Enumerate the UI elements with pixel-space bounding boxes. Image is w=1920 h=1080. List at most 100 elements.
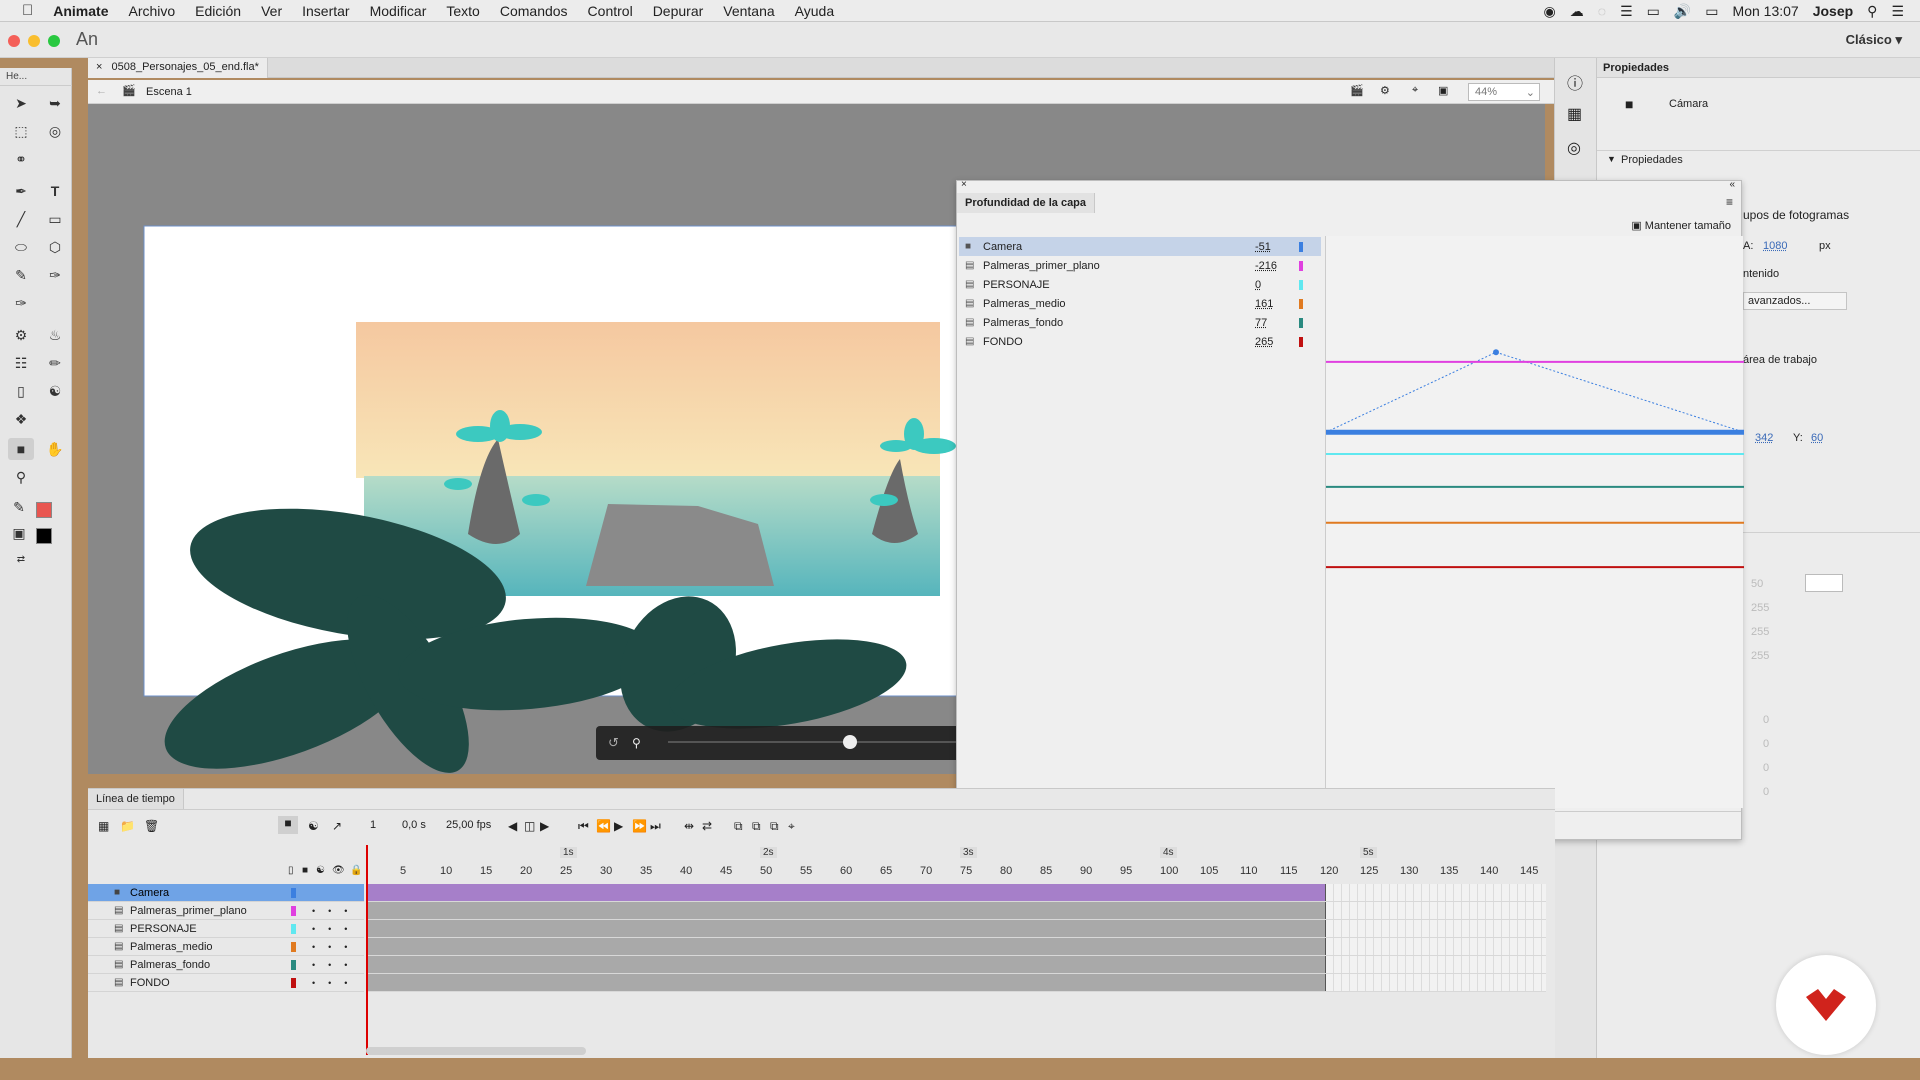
creative-cloud-icon[interactable]: ☁: [1570, 3, 1584, 20]
timeline-ruler[interactable]: 5 10 15 20 25 30 35 40 45 50 55 60 65 70 75 80 85 90 95 100…: [366, 845, 1546, 883]
document-tab[interactable]: × 0508_Personajes_05_end.fla*: [88, 58, 268, 78]
eye-icon[interactable]: 👁: [332, 865, 345, 876]
depth-layer-row[interactable]: ▤ FONDO 265: [959, 332, 1321, 351]
camera-column-icon[interactable]: ■: [302, 865, 308, 876]
menu-comandos[interactable]: Comandos: [500, 3, 568, 19]
fill-color-icon[interactable]: ▣: [8, 522, 30, 544]
stroke-color-swatch[interactable]: [36, 502, 52, 518]
clock[interactable]: Mon 13:07: [1733, 3, 1799, 19]
pen-tool-icon[interactable]: ✒: [10, 180, 32, 202]
camera-tool-icon[interactable]: ■: [8, 438, 34, 460]
camera-toggle-icon[interactable]: ■: [278, 816, 298, 834]
current-frame[interactable]: 1: [370, 819, 376, 831]
menu-ver[interactable]: Ver: [261, 3, 282, 19]
polystar-tool-icon[interactable]: ⬡: [44, 236, 66, 258]
step-forward-icon[interactable]: ⏩: [632, 819, 647, 833]
depth-graph[interactable]: [1325, 236, 1743, 808]
zoom-window-button[interactable]: [48, 35, 60, 47]
timeline-layer-name[interactable]: Palmeras_medio: [130, 941, 213, 953]
close-tab-icon[interactable]: ×: [96, 61, 102, 73]
layer-parenting-icon[interactable]: ☯: [308, 819, 319, 833]
center-stage-icon[interactable]: ⌖: [1412, 84, 1418, 97]
menu-depurar[interactable]: Depurar: [653, 3, 704, 19]
frame-span[interactable]: [366, 974, 1326, 991]
onion-skin-icon[interactable]: ⧉: [734, 819, 743, 834]
zoom-select[interactable]: 44% ⌄: [1468, 83, 1540, 101]
layer-color-swatch[interactable]: [291, 906, 296, 916]
layer-depth-tab[interactable]: Profundidad de la capa: [957, 193, 1095, 213]
depth-layer-value[interactable]: 0: [1255, 279, 1261, 291]
align-icon[interactable]: ◎: [1567, 138, 1581, 158]
menu-texto[interactable]: Texto: [446, 3, 479, 19]
frame-span[interactable]: [366, 920, 1326, 937]
record-icon[interactable]: ◉: [1544, 3, 1556, 20]
timeline-layer-name[interactable]: Palmeras_fondo: [130, 959, 210, 971]
last-frame-icon[interactable]: ⏭: [650, 819, 661, 834]
depth-layer-row[interactable]: ▤ Palmeras_primer_plano -216: [959, 256, 1321, 275]
menu-ayuda[interactable]: Ayuda: [795, 3, 834, 19]
layer-toggles[interactable]: •••: [312, 924, 360, 934]
clip-content-icon[interactable]: ▣: [1438, 84, 1448, 97]
fill-color-swatch[interactable]: [36, 528, 52, 544]
stroke-color-icon[interactable]: ✎: [8, 496, 30, 518]
keep-size-toggle[interactable]: ▣ Mantener tamaño: [1631, 219, 1731, 232]
bone-tool-icon[interactable]: ⚙: [10, 324, 32, 346]
y-value[interactable]: 60: [1811, 432, 1823, 444]
playhead[interactable]: [366, 845, 368, 1055]
parent-column-icon[interactable]: ☯: [316, 865, 325, 876]
layer-color-swatch[interactable]: [291, 924, 296, 934]
current-time[interactable]: 0,0 s: [402, 819, 426, 831]
menu-animate[interactable]: Animate: [53, 3, 108, 19]
frame-span[interactable]: [366, 938, 1326, 955]
timeline-layer-row[interactable]: ▤ Palmeras_fondo •••: [88, 956, 364, 974]
new-folder-icon[interactable]: 📁: [120, 819, 135, 833]
zoom-tool-icon[interactable]: ⚲: [10, 466, 32, 488]
frame-rate[interactable]: 25,00 fps: [446, 819, 491, 831]
menu-control[interactable]: Control: [588, 3, 633, 19]
menu-edicion[interactable]: Edición: [195, 3, 241, 19]
first-frame-icon[interactable]: ⏮: [578, 819, 589, 834]
lasso-tool-icon[interactable]: ⚭: [10, 148, 32, 170]
timeline-layer-row[interactable]: ▤ FONDO •••: [88, 974, 364, 992]
info-icon[interactable]: ⓘ: [1567, 70, 1583, 94]
frame-row[interactable]: [366, 938, 1546, 956]
control-center-icon[interactable]: ☰: [1891, 3, 1904, 20]
layer-color-swatch[interactable]: [291, 888, 296, 898]
eyedropper-tool-icon[interactable]: ✏: [44, 352, 66, 374]
depth-layer-row[interactable]: ▤ Palmeras_medio 161: [959, 294, 1321, 313]
close-window-button[interactable]: [8, 35, 20, 47]
highlight-column-icon[interactable]: ▯: [288, 865, 294, 876]
frame-span[interactable]: [366, 956, 1326, 973]
frame-span[interactable]: [366, 902, 1326, 919]
volume-icon[interactable]: 🔊: [1674, 3, 1691, 20]
layer-toggles[interactable]: •••: [312, 960, 360, 970]
pencil-tool-icon[interactable]: ✎: [10, 264, 32, 286]
rectangle-tool-icon[interactable]: ▭: [44, 208, 66, 230]
depth-layer-row[interactable]: ■ Camera -51: [959, 237, 1321, 256]
timeline-layer-name[interactable]: PERSONAJE: [130, 923, 197, 935]
back-arrow-icon[interactable]: ←: [96, 85, 107, 97]
timeline-tab[interactable]: Línea de tiempo: [88, 789, 184, 809]
depth-layer-row[interactable]: ▤ PERSONAJE 0: [959, 275, 1321, 294]
ink-bottle-tool-icon[interactable]: ☷: [10, 352, 32, 374]
minimize-window-button[interactable]: [28, 35, 40, 47]
depth-layer-value[interactable]: 77: [1255, 317, 1267, 329]
timeline-layer-name[interactable]: FONDO: [130, 977, 170, 989]
line-tool-icon[interactable]: ╱: [10, 208, 32, 230]
wifi-icon[interactable]: ☰: [1620, 3, 1633, 20]
edit-symbol-icon[interactable]: ⚙: [1380, 84, 1390, 97]
height-value[interactable]: 1080: [1763, 240, 1787, 252]
timeline-layer-name[interactable]: Palmeras_primer_plano: [130, 905, 247, 917]
edit-scene-icon[interactable]: 🎬: [1350, 84, 1364, 97]
menu-insertar[interactable]: Insertar: [302, 3, 349, 19]
text-tool-icon[interactable]: T: [44, 180, 66, 202]
spotlight-icon[interactable]: ⚲: [1867, 3, 1877, 20]
frame-row[interactable]: [366, 956, 1546, 974]
3d-rotation-tool-icon[interactable]: ◎: [44, 120, 66, 142]
airplay-icon[interactable]: ▭: [1647, 3, 1660, 20]
library-icon[interactable]: ▦: [1567, 104, 1582, 124]
edit-multiple-frames-icon[interactable]: ⧉: [770, 819, 779, 834]
timeline-horizontal-scrollbar[interactable]: [366, 1047, 586, 1055]
loop-icon[interactable]: ⇄: [702, 819, 712, 833]
battery-icon[interactable]: ▭: [1705, 3, 1718, 20]
